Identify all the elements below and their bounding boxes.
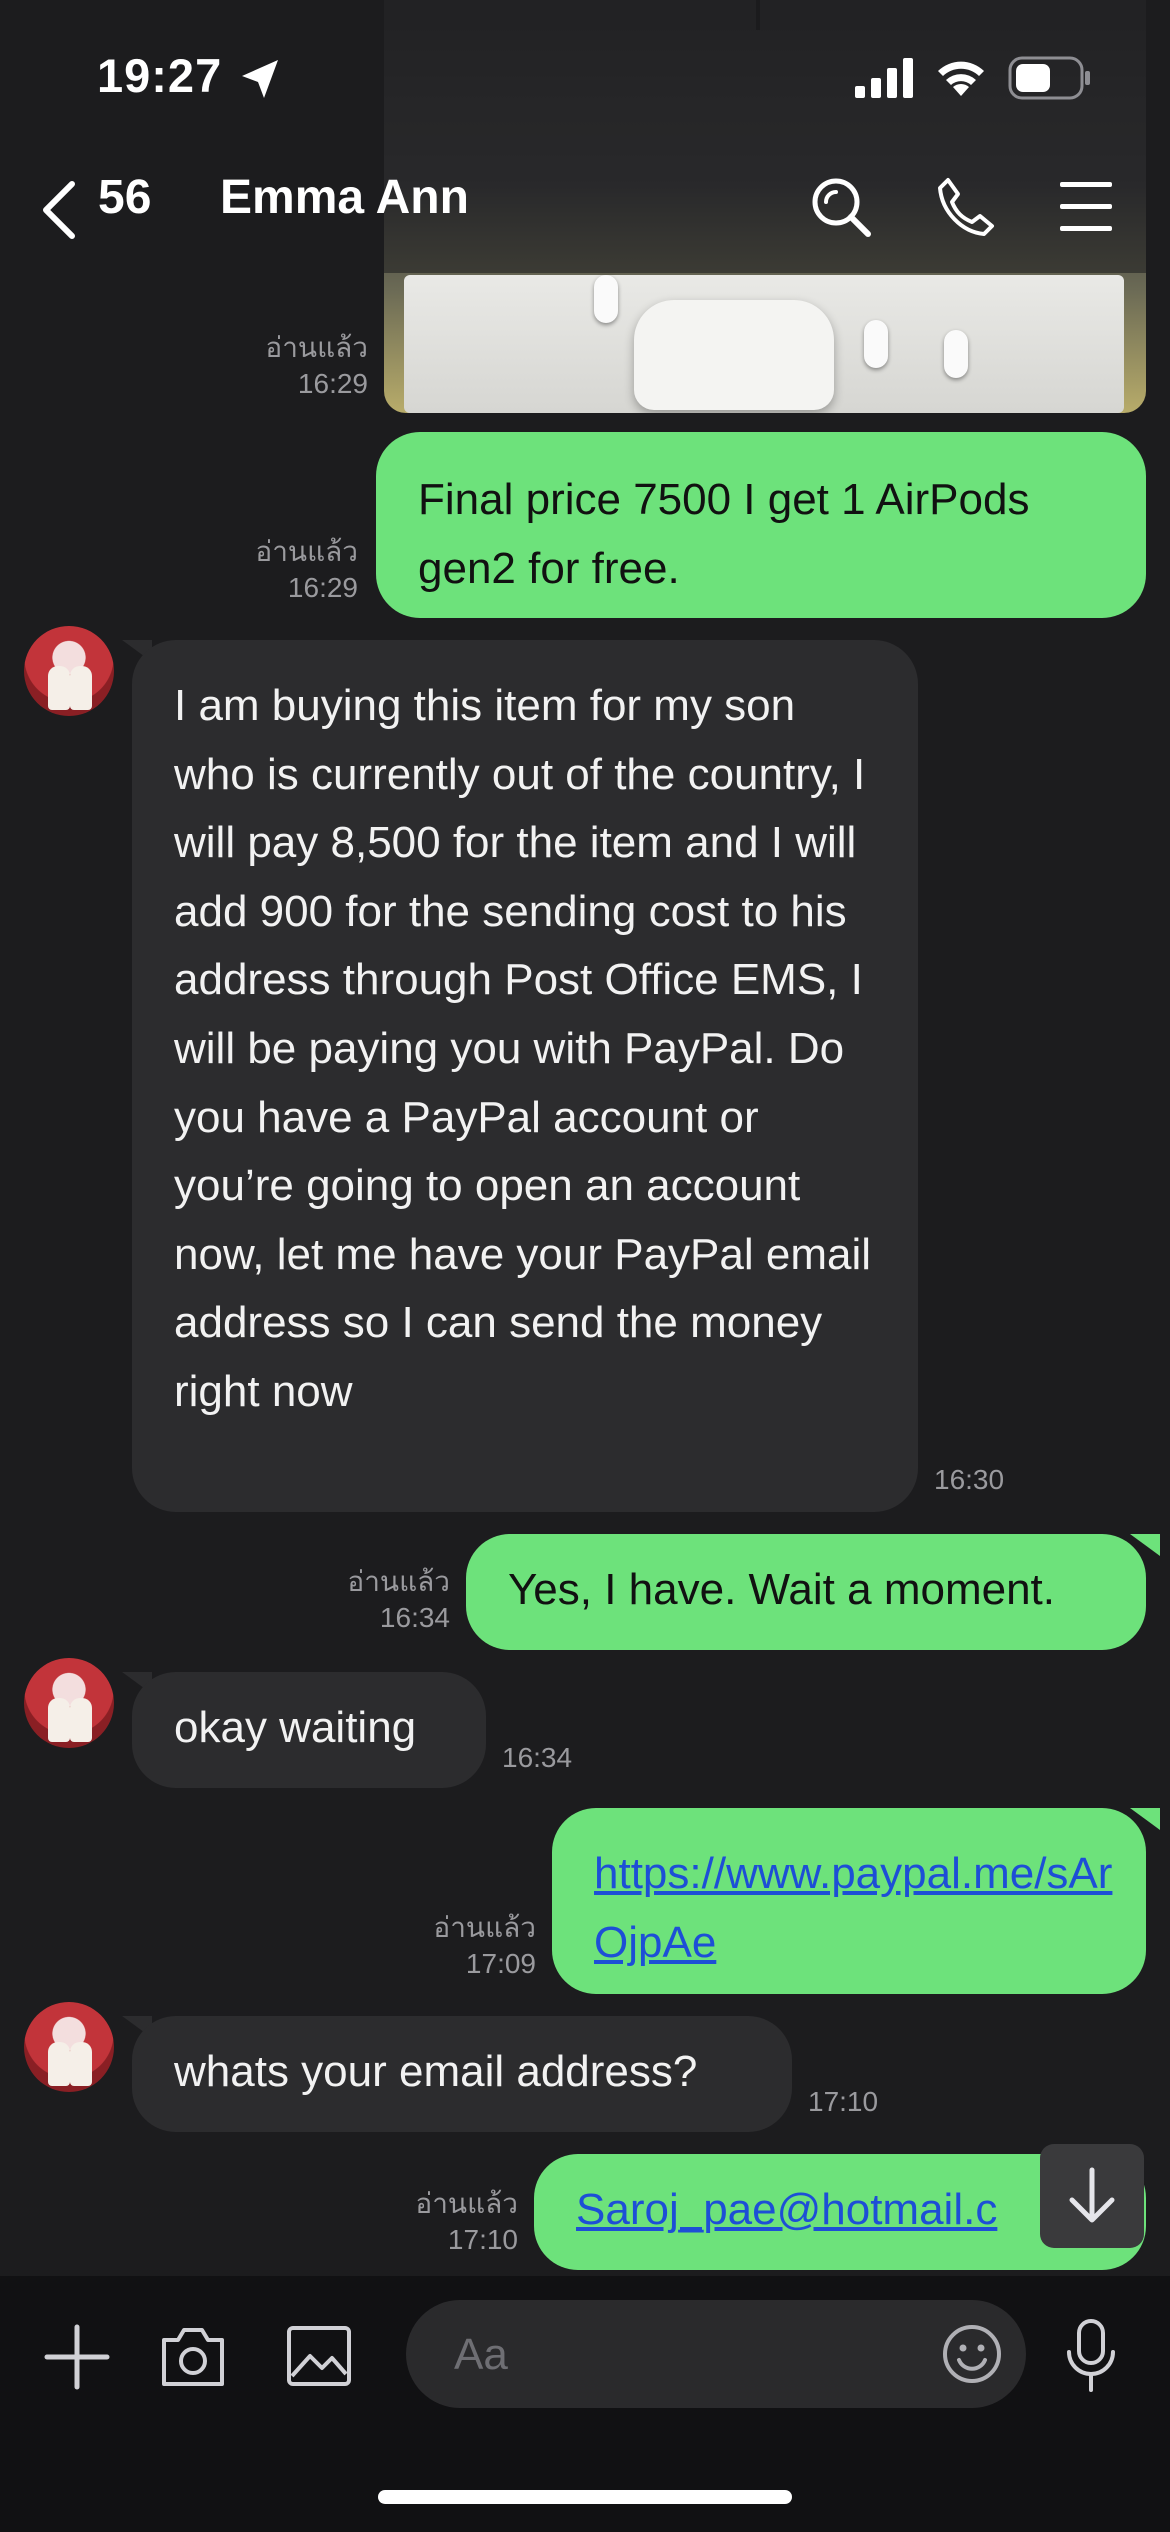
outgoing-message[interactable]: Yes, I have. Wait a moment. — [466, 1534, 1146, 1650]
message-input[interactable] — [452, 2324, 896, 2386]
microphone-icon[interactable] — [1064, 2318, 1118, 2394]
message-time: 16:34 — [502, 1742, 573, 1773]
outgoing-message[interactable]: Final price 7500 I get 1 AirPods gen2 fo… — [376, 432, 1146, 618]
read-receipt: อ่านแล้ว 16:34 — [347, 1566, 450, 1633]
photo-airpod — [864, 320, 888, 368]
camera-icon[interactable] — [160, 2324, 226, 2388]
plus-icon[interactable] — [44, 2324, 110, 2390]
paypal-link[interactable]: https://www.paypal.me/sArOjpAe — [594, 1849, 1112, 1967]
outgoing-link-message[interactable]: https://www.paypal.me/sArOjpAe — [552, 1808, 1146, 1994]
back-chevron-icon[interactable] — [38, 180, 82, 240]
chat-title[interactable]: Emma Ann — [220, 170, 469, 225]
message-time: 16:30 — [934, 1464, 1005, 1495]
email-link[interactable]: Saroj_pae@hotmail.c — [576, 2185, 997, 2234]
home-indicator[interactable] — [378, 2490, 792, 2504]
photo-airpod — [944, 330, 968, 378]
read-receipt: อ่านแล้ว 17:09 — [433, 1912, 536, 1979]
message-input-container — [406, 2300, 1026, 2408]
photo-header-overlay — [384, 0, 1146, 273]
scroll-to-bottom-button[interactable] — [1040, 2144, 1144, 2248]
menu-icon[interactable] — [1058, 180, 1114, 234]
phone-icon[interactable] — [934, 176, 996, 238]
incoming-message[interactable]: okay waiting — [132, 1672, 486, 1788]
read-receipt: อ่านแล้ว 16:29 — [255, 536, 358, 603]
unread-count[interactable]: 56 — [98, 170, 151, 225]
read-receipt: อ่านแล้ว 16:29 — [265, 332, 368, 399]
image-icon[interactable] — [286, 2324, 352, 2388]
avatar[interactable] — [24, 1658, 114, 1748]
message-time: 17:10 — [808, 2086, 879, 2117]
avatar[interactable] — [24, 626, 114, 716]
wifi-icon — [938, 61, 984, 96]
emoji-icon[interactable] — [940, 2322, 1004, 2386]
photo-airpods-case — [634, 300, 834, 410]
bubble-tail — [1130, 1534, 1160, 1556]
battery-icon — [1008, 56, 1090, 100]
status-time: 19:27 — [97, 49, 223, 102]
read-receipt: อ่านแล้ว 17:10 — [415, 2188, 518, 2255]
incoming-message[interactable]: whats your email address? — [132, 2016, 792, 2132]
scroll-down-arrow-icon — [1069, 2167, 1115, 2223]
photo-airpod — [594, 275, 618, 323]
incoming-message[interactable]: I am buying this item for my son who is … — [132, 640, 918, 1512]
search-icon[interactable] — [810, 176, 872, 238]
location-arrow-icon — [242, 60, 278, 98]
bubble-tail — [1130, 1808, 1160, 1830]
avatar[interactable] — [24, 2002, 114, 2092]
cellular-signal-icon — [855, 58, 913, 98]
